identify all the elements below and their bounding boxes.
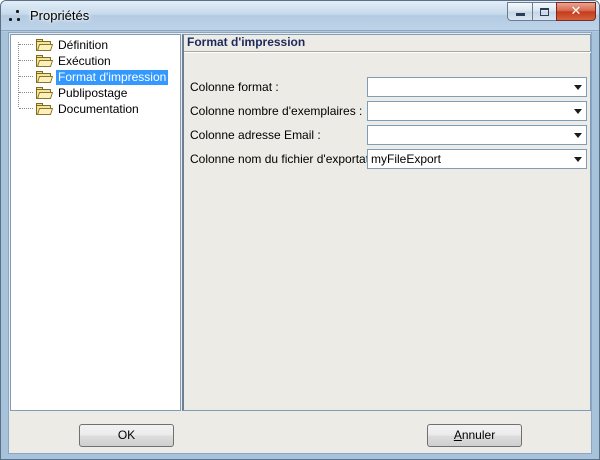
folder-icon	[35, 102, 54, 116]
cancel-button-mnemonic: A	[453, 428, 462, 442]
minimize-button[interactable]	[507, 2, 533, 21]
tree-item-definition[interactable]: Définition	[11, 37, 182, 53]
dialog-client-area: Définition Exécution Format d'impression…	[8, 32, 592, 454]
copies-column-select[interactable]	[367, 101, 587, 121]
close-icon: ✕	[570, 4, 582, 19]
tree-item-format-impression[interactable]: Format d'impression	[11, 69, 182, 85]
tree-connector	[19, 44, 33, 45]
folder-icon	[35, 70, 54, 84]
tree-connector	[19, 60, 33, 61]
folder-icon	[35, 86, 54, 100]
tree-item-execution[interactable]: Exécution	[11, 53, 182, 69]
properties-window: Propriétés ✕ Définition Exécution Format…	[0, 0, 600, 460]
folder-icon	[35, 54, 54, 68]
tree-item-documentation[interactable]: Documentation	[11, 101, 182, 117]
settings-panel: Format d'impression Colonne format : Col…	[182, 34, 591, 411]
dropdown-arrow-icon[interactable]	[569, 126, 586, 144]
export-filename-column-value: myFileExport	[371, 152, 442, 166]
ok-button[interactable]: OK	[79, 424, 174, 447]
tree-connector	[19, 92, 33, 93]
export-filename-column-select[interactable]: myFileExport	[367, 149, 587, 169]
panel-title: Format d'impression	[187, 35, 306, 49]
tree-connector	[19, 108, 33, 109]
close-button[interactable]: ✕	[556, 2, 596, 21]
tree-item-label: Exécution	[58, 54, 111, 68]
maximize-icon	[540, 7, 549, 16]
folder-icon	[35, 38, 54, 52]
cancel-button[interactable]: Annuler	[427, 424, 522, 447]
minimize-icon	[515, 13, 525, 16]
export-filename-column-label: Colonne nom du fichier d'exportation	[190, 152, 386, 166]
category-tree[interactable]: Définition Exécution Format d'impression…	[10, 34, 181, 411]
tree-item-label: Format d'impression	[56, 70, 169, 85]
email-column-label: Colonne adresse Email :	[190, 128, 321, 142]
tree-item-label: Documentation	[58, 102, 139, 116]
maximize-button[interactable]	[532, 2, 557, 21]
tree-item-publipostage[interactable]: Publipostage	[11, 85, 182, 101]
panel-divider	[184, 51, 591, 53]
format-column-label: Colonne format :	[190, 80, 279, 94]
window-title: Propriétés	[30, 8, 90, 23]
tree-connector	[19, 76, 33, 77]
email-column-select[interactable]	[367, 125, 587, 145]
cancel-button-label: nnuler	[461, 428, 496, 442]
tree-item-label: Définition	[58, 38, 109, 52]
dropdown-arrow-icon[interactable]	[569, 78, 586, 96]
button-bar: OK Annuler	[10, 413, 591, 453]
tree-item-label: Publipostage	[58, 86, 128, 100]
format-column-select[interactable]	[367, 77, 587, 97]
title-bar[interactable]: Propriétés ✕	[1, 1, 599, 31]
app-icon	[8, 9, 22, 23]
copies-column-label: Colonne nombre d'exemplaires :	[190, 104, 363, 118]
dropdown-arrow-icon[interactable]	[569, 102, 586, 120]
dropdown-arrow-icon[interactable]	[569, 150, 586, 168]
